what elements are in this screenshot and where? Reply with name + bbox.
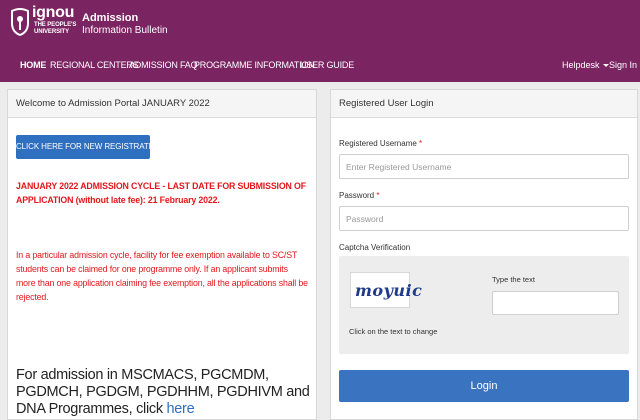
welcome-heading: Welcome to Admission Portal JANUARY 2022 <box>8 90 316 118</box>
logo-tagline-1: THE PEOPLE'S <box>34 22 77 28</box>
main-nav: HOME REGIONAL CENTERS ADMISSION FAQ PROG… <box>0 53 640 79</box>
special-admission-label: For admission in MSCMACS, PGCMDM, PGDMCH… <box>16 367 310 417</box>
login-panel: Registered User Login Registered Usernam… <box>330 89 638 420</box>
captcha-image[interactable]: moyuic <box>350 272 422 308</box>
special-admission-text: For admission in MSCMACS, PGCMDM, PGDMCH… <box>16 367 314 418</box>
top-header: ignou THE PEOPLE'S UNIVERSITY Admission … <box>0 0 640 82</box>
brand-subtitle: Information Bulletin <box>82 25 168 36</box>
ignou-logo[interactable]: ignou THE PEOPLE'S UNIVERSITY <box>8 5 76 45</box>
nav-regional-centers[interactable]: REGIONAL CENTERS <box>50 59 139 71</box>
nav-home[interactable]: HOME <box>20 59 46 71</box>
captcha-input-label: Type the text <box>492 275 535 284</box>
password-label: Password * <box>339 191 379 200</box>
captcha-label: Captcha Verification <box>339 243 411 252</box>
username-input[interactable] <box>339 154 629 179</box>
deadline-notice: JANUARY 2022 ADMISSION CYCLE - LAST DATE… <box>16 181 306 205</box>
captcha-input[interactable] <box>492 291 619 315</box>
sign-in-link[interactable]: Sign In <box>609 59 637 71</box>
nav-admission-faq[interactable]: ADMISSION FAQ <box>129 59 198 71</box>
nav-user-guide[interactable]: USER GUIDE <box>300 59 354 71</box>
helpdesk-label: Helpdesk <box>562 60 600 70</box>
username-label-text: Registered Username <box>339 139 417 148</box>
username-label: Registered Username * <box>339 139 422 148</box>
login-heading: Registered User Login <box>331 90 637 118</box>
captcha-text: moyuic <box>355 281 423 300</box>
ignou-emblem-icon <box>11 8 29 37</box>
required-mark: * <box>376 191 380 200</box>
fee-exemption-notice: In a particular admission cycle, facilit… <box>16 250 308 302</box>
required-mark: * <box>419 139 423 148</box>
captcha-container: moyuic Click on the text to change Type … <box>339 256 629 354</box>
password-input[interactable] <box>339 206 629 231</box>
welcome-panel: Welcome to Admission Portal JANUARY 2022… <box>7 89 317 420</box>
login-button[interactable]: Login <box>339 370 629 402</box>
logo-tagline-2: UNIVERSITY <box>34 29 70 35</box>
password-label-text: Password <box>339 191 375 200</box>
nav-programme-information[interactable]: PROGRAMME INFORMATION <box>194 59 315 71</box>
caret-down-icon <box>602 64 609 68</box>
logo-word: ignou <box>32 4 75 21</box>
brand-title: Admission <box>82 12 139 24</box>
captcha-hint: Click on the text to change <box>349 327 438 336</box>
helpdesk-dropdown[interactable]: Helpdesk <box>562 59 609 71</box>
special-admission-link[interactable]: here <box>167 401 195 417</box>
new-registration-button[interactable]: CLICK HERE FOR NEW REGISTRATION <box>16 135 163 159</box>
